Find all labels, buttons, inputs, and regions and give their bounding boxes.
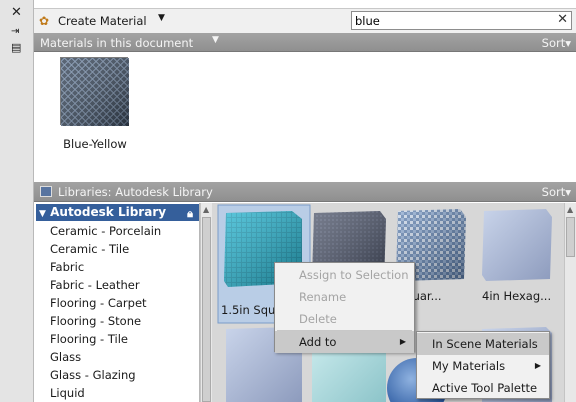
submenu-arrow-icon: ▶ [399,337,406,346]
sort-button[interactable]: Sort▾ [542,36,571,50]
add-to-submenu: In Scene Materials My Materials ▶ Active… [416,331,550,399]
search-box[interactable]: ✕ [351,11,572,30]
sort-button[interactable]: Sort▾ [542,185,571,199]
menu-item-rename[interactable]: Rename [275,286,414,308]
menu-item-active-tool-palette[interactable]: Active Tool Palette [417,377,549,399]
menu-item-delete[interactable]: Delete [275,308,414,330]
material-label: Blue-Yellow [63,137,127,151]
sort-label: Sort [541,36,566,50]
menu-item-assign-to-selection[interactable]: Assign to Selection [275,264,414,286]
search-input[interactable] [352,12,532,29]
scrollbar-thumb[interactable] [202,217,211,402]
document-materials-header[interactable]: Materials in this document ▼ Sort▾ [34,33,576,52]
menu-item-in-scene-materials[interactable]: In Scene Materials [417,333,549,355]
menu-item-my-materials-label: My Materials [432,359,506,373]
chevron-down-icon[interactable]: ▼ [158,13,165,23]
create-material-button[interactable]: Create Material [58,14,147,28]
material-swatch[interactable] [60,57,129,126]
tree-item[interactable]: Flooring - Carpet [50,294,147,312]
tree-item[interactable]: Ceramic - Porcelain [50,222,161,240]
scroll-up-icon[interactable]: ▲ [203,205,209,214]
material-preview-image [61,58,129,126]
menu-item-add-to[interactable]: Add to ▶ [275,331,414,353]
tree-item[interactable]: Glass [50,348,81,366]
tree-item[interactable]: Fabric - Leather [50,276,140,294]
libraries-header[interactable]: Libraries: Autodesk Library Sort▾ [34,182,576,202]
gallery-scrollbar[interactable]: ▲ [564,203,576,402]
close-icon[interactable]: ✕ [11,6,22,19]
tree-scrollbar[interactable]: ▲ [200,203,212,402]
sort-label: Sort [541,185,566,199]
menu-item-add-to-label: Add to [299,335,337,349]
expand-arrow-icon[interactable]: ▼ [39,209,46,219]
tree-item[interactable]: Fabric [50,258,84,276]
properties-icon[interactable]: ▤ [11,42,21,54]
scroll-up-icon[interactable]: ▲ [567,205,573,214]
context-menu: Assign to Selection Rename Delete Add to… [274,262,415,353]
menu-item-my-materials[interactable]: My Materials ▶ [417,355,549,377]
clear-search-icon[interactable]: ✕ [557,12,568,27]
swatch-label[interactable]: 4in Hexag... [482,289,551,303]
document-materials-title: Materials in this document [40,36,194,50]
tree-root-autodesk-library[interactable]: ▼ Autodesk Library 🔒︎ [36,204,199,221]
library-icon [40,186,52,197]
chevron-down-icon[interactable]: ▼ [212,35,219,45]
create-material-icon[interactable]: ✿ [39,14,49,28]
tree-root-label: Autodesk Library [50,205,167,219]
library-tree: ▼ Autodesk Library 🔒︎ Ceramic - Porcelai… [34,203,200,402]
tree-item[interactable]: Flooring - Stone [50,312,141,330]
tree-item[interactable]: Glass - Glazing [50,366,136,384]
palette-title-strip: ✕ ⇥ ▤ [0,0,34,402]
tree-item[interactable]: Ceramic - Tile [50,240,129,258]
tree-item[interactable]: Liquid [50,384,85,402]
auto-hide-icon[interactable]: ⇥ [11,26,19,38]
libraries-title: Libraries: Autodesk Library [58,185,213,199]
submenu-arrow-icon: ▶ [534,361,541,370]
swatch-label[interactable]: 1.5in Squ [221,303,275,317]
tree-item[interactable]: Flooring - Tile [50,330,128,348]
lock-icon: 🔒︎ [187,207,193,220]
scrollbar-thumb[interactable] [566,217,575,257]
